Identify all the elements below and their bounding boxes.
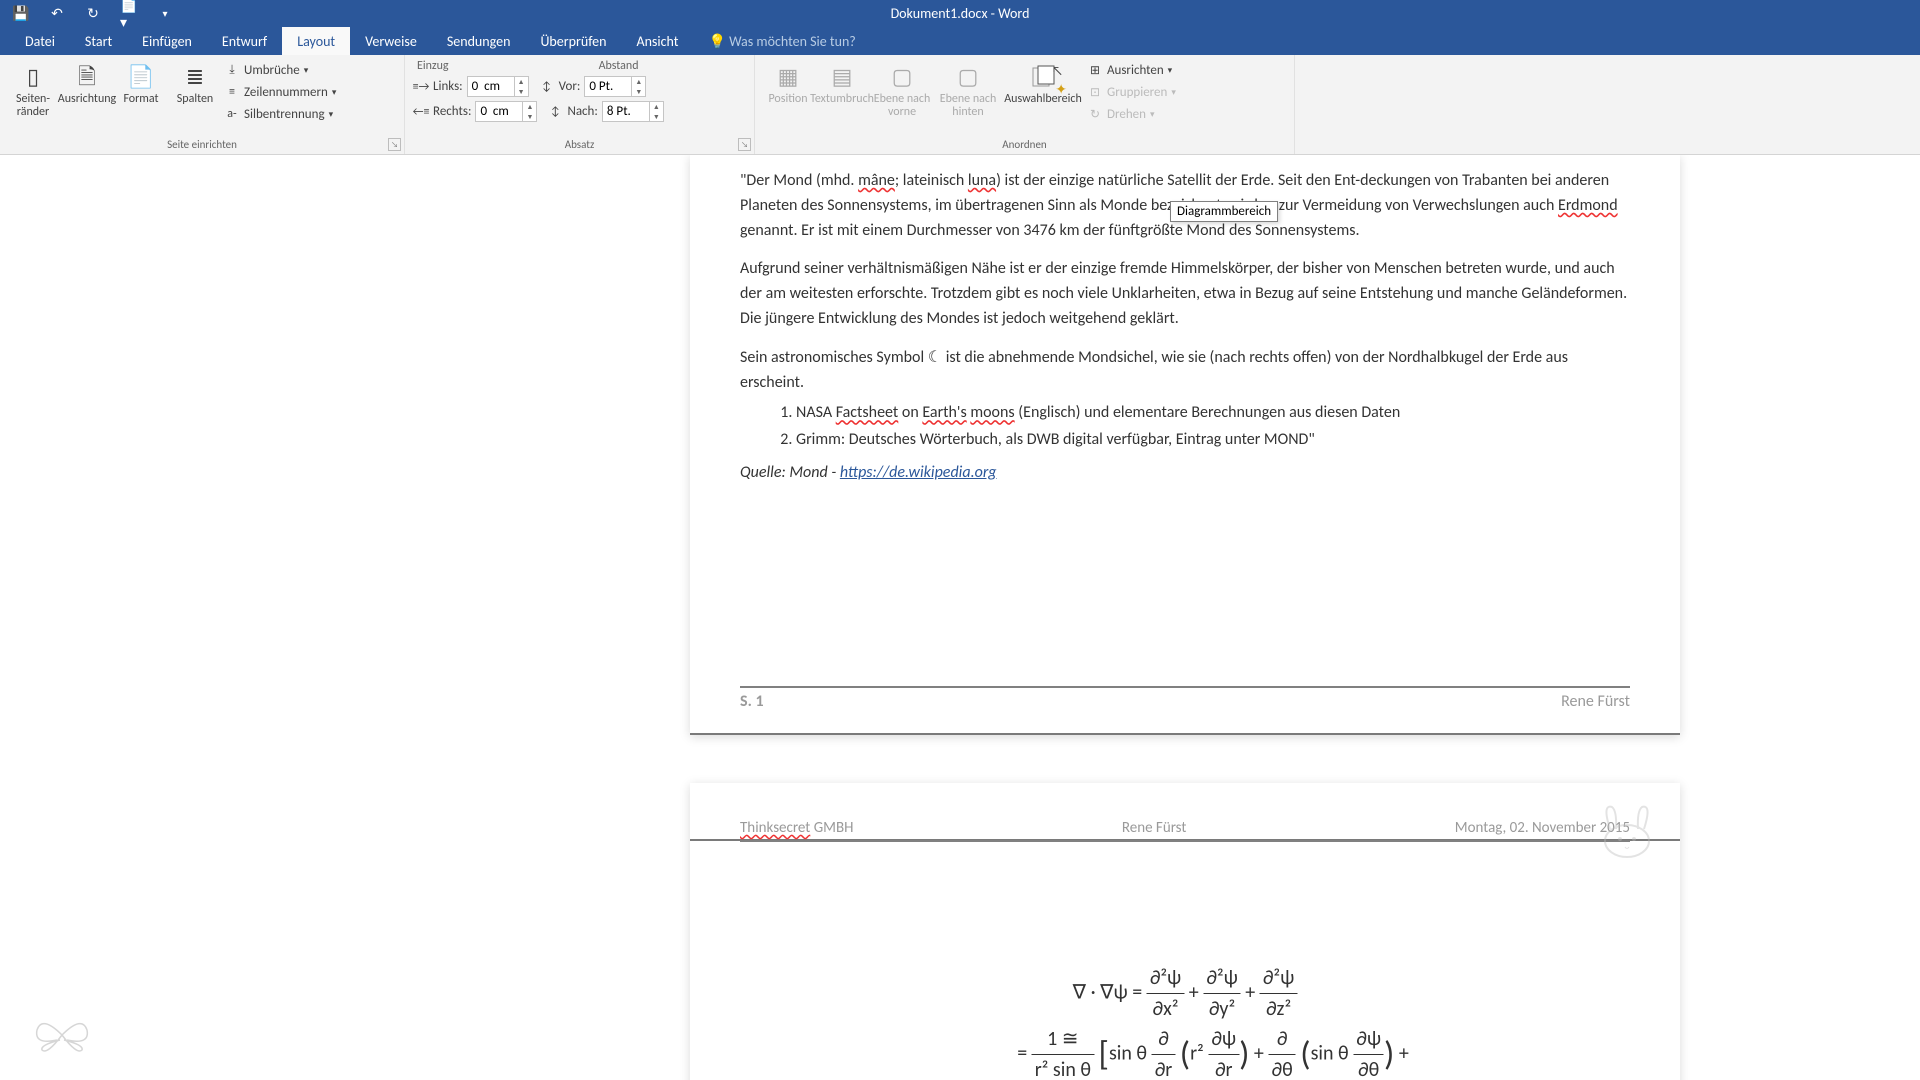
list-item: NASA Factsheet on Earth's moons (Englisc… (796, 401, 1630, 426)
source-link[interactable]: https://de.wikipedia.org (840, 463, 997, 482)
group-icon: ⊡ (1087, 84, 1103, 100)
tab-datei[interactable]: Datei (10, 27, 70, 55)
title-bar: 💾 ↶ ↻ 📄▾ ▾ Dokument1.docx - Word (0, 0, 1920, 27)
line-numbers-icon: ≡ (224, 84, 240, 100)
ribbon-tabs: Datei Start Einfügen Entwurf Layout Verw… (0, 27, 1920, 55)
spellcheck-mane: mâne (858, 171, 895, 190)
align-icon: ⊞ (1087, 62, 1103, 78)
margins-icon: ▯ (17, 61, 49, 93)
group-paragraph: Einzug Abstand ≡→ Links: ▲▼ ↕ Vor: ▲▼ ←≡ (405, 55, 755, 154)
dialog-launcher-icon[interactable]: ↘ (388, 138, 401, 151)
position-icon: ▦ (772, 61, 804, 93)
page-footer: S. 1 Rene Fürst (740, 686, 1630, 711)
tab-verweise[interactable]: Verweise (350, 27, 432, 55)
size-icon: 📄 (125, 61, 157, 93)
source-line[interactable]: Quelle: Mond - https://de.wikipedia.org (740, 461, 1630, 486)
bunny-logo-icon (1592, 799, 1662, 859)
group-label: Seite einrichten (0, 138, 404, 151)
group-label: Anordnen (755, 138, 1294, 151)
window-title: Dokument1.docx - Word (891, 5, 1030, 22)
indent-left-icon: ≡→ (413, 79, 429, 95)
redo-icon[interactable]: ↻ (84, 5, 102, 23)
paragraph-2[interactable]: Aufgrund seiner verhältnismäßigen Nähe i… (740, 257, 1630, 331)
chevron-down-icon: ▾ (1150, 109, 1155, 120)
spacing-before-icon: ↕ (539, 79, 555, 95)
spacing-title: Abstand (599, 59, 639, 73)
group-page-setup: ▯ Seiten- ränder 🗎 Ausrichtung 📄 Format … (0, 55, 405, 154)
spacing-after-input[interactable]: ▲▼ (602, 101, 664, 122)
backward-icon: ▢ (952, 61, 984, 93)
page-number: S. 1 (740, 692, 764, 711)
footer-author: Rene Fürst (1561, 692, 1630, 711)
numbered-list[interactable]: NASA Factsheet on Earth's moons (Englisc… (796, 401, 1630, 453)
page-edge (690, 733, 1680, 735)
tab-entwurf[interactable]: Entwurf (207, 27, 282, 55)
tooltip-diagrammbereich: Diagrammbereich (1170, 201, 1278, 222)
line-numbers-button[interactable]: ≡ Zeilennummern ▾ (224, 83, 336, 101)
undo-icon[interactable]: ↶ (48, 5, 66, 23)
breaks-button[interactable]: ⤓ Umbrüche ▾ (224, 61, 336, 79)
selection-icon: ↖ ✦ (1027, 61, 1059, 93)
chevron-down-icon: ▾ (1168, 65, 1173, 76)
indent-right-input[interactable]: ▲▼ (475, 101, 537, 122)
indent-title: Einzug (417, 59, 449, 73)
tab-layout[interactable]: Layout (282, 27, 350, 55)
forward-icon: ▢ (886, 61, 918, 93)
page-header: Thinksecret GMBH Rene Fürst Montag, 02. … (740, 819, 1630, 842)
breaks-icon: ⤓ (224, 62, 240, 78)
list-item: Grimm: Deutsches Wörterbuch, als DWB dig… (796, 428, 1630, 453)
cursor-icon: ↖ (1052, 65, 1063, 79)
wrap-icon: ▤ (826, 61, 858, 93)
spacing-after-icon: ↕ (547, 104, 563, 120)
right-label: Rechts: (433, 104, 471, 119)
save-icon[interactable]: 💾 (12, 5, 30, 23)
page-2: Thinksecret GMBH Rene Fürst Montag, 02. … (690, 783, 1680, 1080)
butterfly-watermark-icon (32, 1010, 92, 1060)
quick-access-toolbar: 💾 ↶ ↻ 📄▾ ▾ (0, 5, 174, 23)
left-label: Links: (433, 79, 463, 94)
rotate-button: ↻ Drehen ▾ (1087, 105, 1176, 123)
tab-einfuegen[interactable]: Einfügen (127, 27, 207, 55)
orientation-icon: 🗎 (71, 61, 103, 93)
paragraph-3[interactable]: Sein astronomisches Symbol ☾ ist die abn… (740, 346, 1630, 396)
spellcheck-thinksecret: Thinksecret (740, 819, 810, 837)
spacing-before-input[interactable]: ▲▼ (584, 76, 646, 97)
ribbon: ▯ Seiten- ränder 🗎 Ausrichtung 📄 Format … (0, 55, 1920, 155)
after-label: Nach: (567, 104, 597, 119)
indent-right-icon: ←≡ (413, 104, 429, 120)
page-1: "Der Mond (mhd. mâne; lateinisch luna) i… (690, 155, 1680, 735)
publish-icon[interactable]: 📄▾ (120, 5, 138, 23)
group-arrange: ▦ Position ▤ Textumbruch ▢ Ebene nach vo… (755, 55, 1295, 154)
spellcheck-erdmond: Erdmond (1558, 196, 1618, 215)
lightbulb-icon: 💡 (708, 33, 729, 50)
indent-left-input[interactable]: ▲▼ (467, 76, 529, 97)
before-label: Vor: (559, 79, 581, 94)
tab-sendungen[interactable]: Sendungen (432, 27, 526, 55)
spellcheck-luna: luna (968, 171, 996, 190)
chevron-down-icon: ▾ (332, 87, 337, 98)
columns-icon: ≣ (179, 61, 211, 93)
sparkle-icon: ✦ (1055, 82, 1067, 97)
header-author: Rene Fürst (1122, 819, 1187, 837)
chevron-down-icon: ▾ (1171, 87, 1176, 98)
group-button: ⊡ Gruppieren ▾ (1087, 83, 1176, 101)
document-canvas[interactable]: "Der Mond (mhd. mâne; lateinisch luna) i… (0, 155, 1920, 1080)
dialog-launcher-icon[interactable]: ↘ (738, 138, 751, 151)
chevron-down-icon: ▾ (329, 109, 334, 120)
hyphenation-button[interactable]: a- Silbentrennung ▾ (224, 105, 336, 123)
hyphenation-icon: a- (224, 106, 240, 122)
chevron-down-icon: ▾ (304, 65, 309, 76)
rotate-icon: ↻ (1087, 106, 1103, 122)
tab-start[interactable]: Start (70, 27, 127, 55)
tab-ueberpruefen[interactable]: Überprüfen (525, 27, 621, 55)
equation-block[interactable]: ∇ · ∇ψ = ∂²ψ∂x² + ∂²ψ∂y² + ∂²ψ∂z² = 1 ≅r… (938, 963, 1433, 1080)
align-button[interactable]: ⊞ Ausrichten ▾ (1087, 61, 1176, 79)
tab-ansicht[interactable]: Ansicht (621, 27, 693, 55)
group-label: Absatz (405, 138, 754, 151)
tell-me[interactable]: 💡 Was möchten Sie tun? (693, 27, 870, 55)
qat-customize-icon[interactable]: ▾ (156, 5, 174, 23)
